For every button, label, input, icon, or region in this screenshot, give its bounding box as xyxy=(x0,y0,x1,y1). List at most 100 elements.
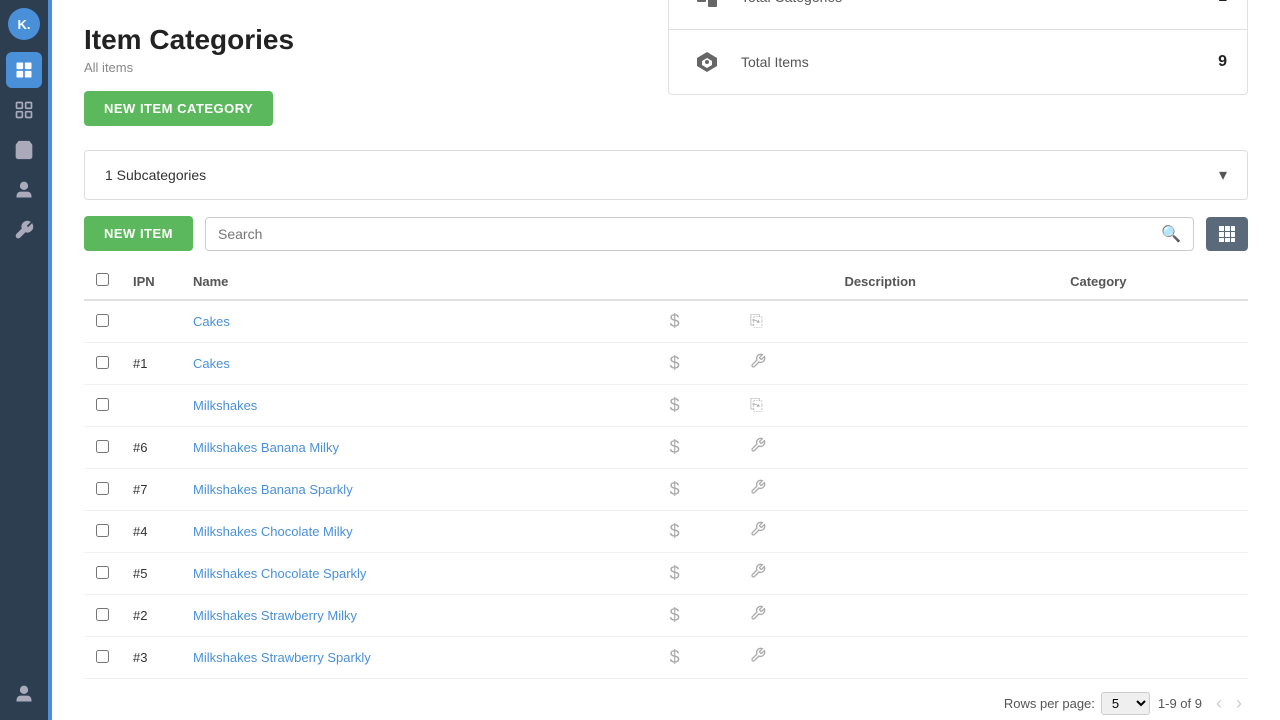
dollar-sign-icon[interactable]: $ xyxy=(670,563,680,583)
table-header-actions1 xyxy=(658,263,738,300)
row-dollar-icon[interactable]: $ xyxy=(658,553,738,595)
row-name-link[interactable]: Cakes xyxy=(193,356,230,371)
row-dollar-icon[interactable]: $ xyxy=(658,595,738,637)
stat-items-label: Total Items xyxy=(741,54,1218,70)
tools-icon[interactable] xyxy=(750,356,766,373)
stats-panel: Total Categories 1 Total Items 9 xyxy=(668,0,1248,95)
sidebar-item-dashboard[interactable] xyxy=(6,52,42,88)
row-dollar-icon[interactable]: $ xyxy=(658,427,738,469)
new-item-category-button[interactable]: NEW ITEM CATEGORY xyxy=(84,91,273,126)
row-description xyxy=(832,595,1058,637)
dollar-sign-icon[interactable]: $ xyxy=(670,395,680,415)
row-name-link[interactable]: Milkshakes xyxy=(193,398,257,413)
row-checkbox-1[interactable] xyxy=(96,356,109,369)
copy-icon[interactable]: ⎘ xyxy=(750,313,763,330)
row-description xyxy=(832,427,1058,469)
row-checkbox-3[interactable] xyxy=(96,440,109,453)
row-checkbox-8[interactable] xyxy=(96,650,109,663)
sidebar-item-cart[interactable] xyxy=(6,132,42,168)
items-icon xyxy=(689,44,725,80)
tools-icon[interactable] xyxy=(750,482,766,499)
row-category xyxy=(1058,343,1248,385)
tools-icon[interactable] xyxy=(750,608,766,625)
dollar-sign-icon[interactable]: $ xyxy=(670,437,680,457)
row-checkbox-4[interactable] xyxy=(96,482,109,495)
row-ipn: #6 xyxy=(121,427,181,469)
next-page-button[interactable]: › xyxy=(1230,691,1248,716)
row-dollar-icon[interactable]: $ xyxy=(658,637,738,679)
row-description xyxy=(832,385,1058,427)
row-checkbox-6[interactable] xyxy=(96,566,109,579)
sidebar-item-grid[interactable] xyxy=(6,92,42,128)
row-name-link[interactable]: Milkshakes Strawberry Milky xyxy=(193,608,357,623)
row-ipn xyxy=(121,385,181,427)
table-row: #6 Milkshakes Banana Milky $ xyxy=(84,427,1248,469)
sidebar-item-tools[interactable] xyxy=(6,212,42,248)
avatar[interactable]: K. xyxy=(8,8,40,40)
row-description xyxy=(832,300,1058,343)
rows-per-page-select[interactable]: 5 10 25 50 xyxy=(1101,692,1150,715)
person-icon xyxy=(14,180,34,200)
stat-items-value: 9 xyxy=(1218,53,1227,71)
table-header-description: Description xyxy=(832,263,1058,300)
row-name-link[interactable]: Milkshakes Banana Sparkly xyxy=(193,482,353,497)
dollar-sign-icon[interactable]: $ xyxy=(670,353,680,373)
dollar-sign-icon[interactable]: $ xyxy=(670,479,680,499)
row-name-link[interactable]: Milkshakes Strawberry Sparkly xyxy=(193,650,371,665)
table-row: #5Milkshakes Chocolate Sparkly$ xyxy=(84,553,1248,595)
table-header-ipn: IPN xyxy=(121,263,181,300)
chevron-down-icon: ▾ xyxy=(1219,165,1227,185)
row-dollar-icon[interactable]: $ xyxy=(658,300,738,343)
sidebar-bottom xyxy=(6,676,42,712)
tools-icon[interactable] xyxy=(750,440,766,457)
items-table: IPN Name Description Category Cakes$⎘#1C… xyxy=(84,263,1248,679)
grid-icon xyxy=(14,100,34,120)
tools-icon[interactable] xyxy=(750,566,766,583)
row-name-link[interactable]: Milkshakes Chocolate Sparkly xyxy=(193,566,366,581)
sidebar-item-user-profile[interactable] xyxy=(6,676,42,712)
subcategories-accordion[interactable]: 1 Subcategories ▾ xyxy=(84,150,1248,200)
row-ipn: #3 xyxy=(121,637,181,679)
row-ipn: #7 xyxy=(121,469,181,511)
dollar-sign-icon[interactable]: $ xyxy=(670,311,680,331)
prev-page-button[interactable]: ‹ xyxy=(1210,691,1228,716)
view-toggle-button[interactable] xyxy=(1206,217,1248,251)
row-checkbox-5[interactable] xyxy=(96,524,109,537)
row-dollar-icon[interactable]: $ xyxy=(658,511,738,553)
new-item-button[interactable]: NEW ITEM xyxy=(84,216,193,251)
row-category xyxy=(1058,469,1248,511)
category-icon xyxy=(689,0,725,15)
table-row: #2 Milkshakes Strawberry Milky $ xyxy=(84,595,1248,637)
rows-per-page-label: Rows per page: xyxy=(1004,696,1095,711)
sidebar: K. xyxy=(0,0,48,720)
copy-icon[interactable]: ⎘ xyxy=(750,397,763,414)
page-info: 1-9 of 9 xyxy=(1158,696,1202,711)
row-category xyxy=(1058,300,1248,343)
row-checkbox-7[interactable] xyxy=(96,608,109,621)
tools-icon[interactable] xyxy=(750,524,766,541)
search-icon: 🔍 xyxy=(1161,224,1181,244)
sidebar-item-person[interactable] xyxy=(6,172,42,208)
dollar-sign-icon[interactable]: $ xyxy=(670,605,680,625)
stat-categories-label: Total Categories xyxy=(741,0,1218,5)
row-name-link[interactable]: Cakes xyxy=(193,314,230,329)
row-dollar-icon[interactable]: $ xyxy=(658,343,738,385)
row-name-link[interactable]: Milkshakes Chocolate Milky xyxy=(193,524,353,539)
tools-icon[interactable] xyxy=(750,650,766,667)
row-category xyxy=(1058,595,1248,637)
row-checkbox-0[interactable] xyxy=(96,314,109,327)
search-wrapper: 🔍 xyxy=(205,217,1194,251)
row-description xyxy=(832,469,1058,511)
search-input[interactable] xyxy=(218,226,1161,242)
row-category xyxy=(1058,511,1248,553)
row-name-link[interactable]: Milkshakes Banana Milky xyxy=(193,440,339,455)
stat-total-categories: Total Categories 1 xyxy=(669,0,1247,30)
table-row: #4Milkshakes Chocolate Milky$ xyxy=(84,511,1248,553)
row-dollar-icon[interactable]: $ xyxy=(658,469,738,511)
dollar-sign-icon[interactable]: $ xyxy=(670,647,680,667)
dollar-sign-icon[interactable]: $ xyxy=(670,521,680,541)
row-checkbox-2[interactable] xyxy=(96,398,109,411)
select-all-checkbox[interactable] xyxy=(96,273,109,286)
row-ipn: #2 xyxy=(121,595,181,637)
row-dollar-icon[interactable]: $ xyxy=(658,385,738,427)
